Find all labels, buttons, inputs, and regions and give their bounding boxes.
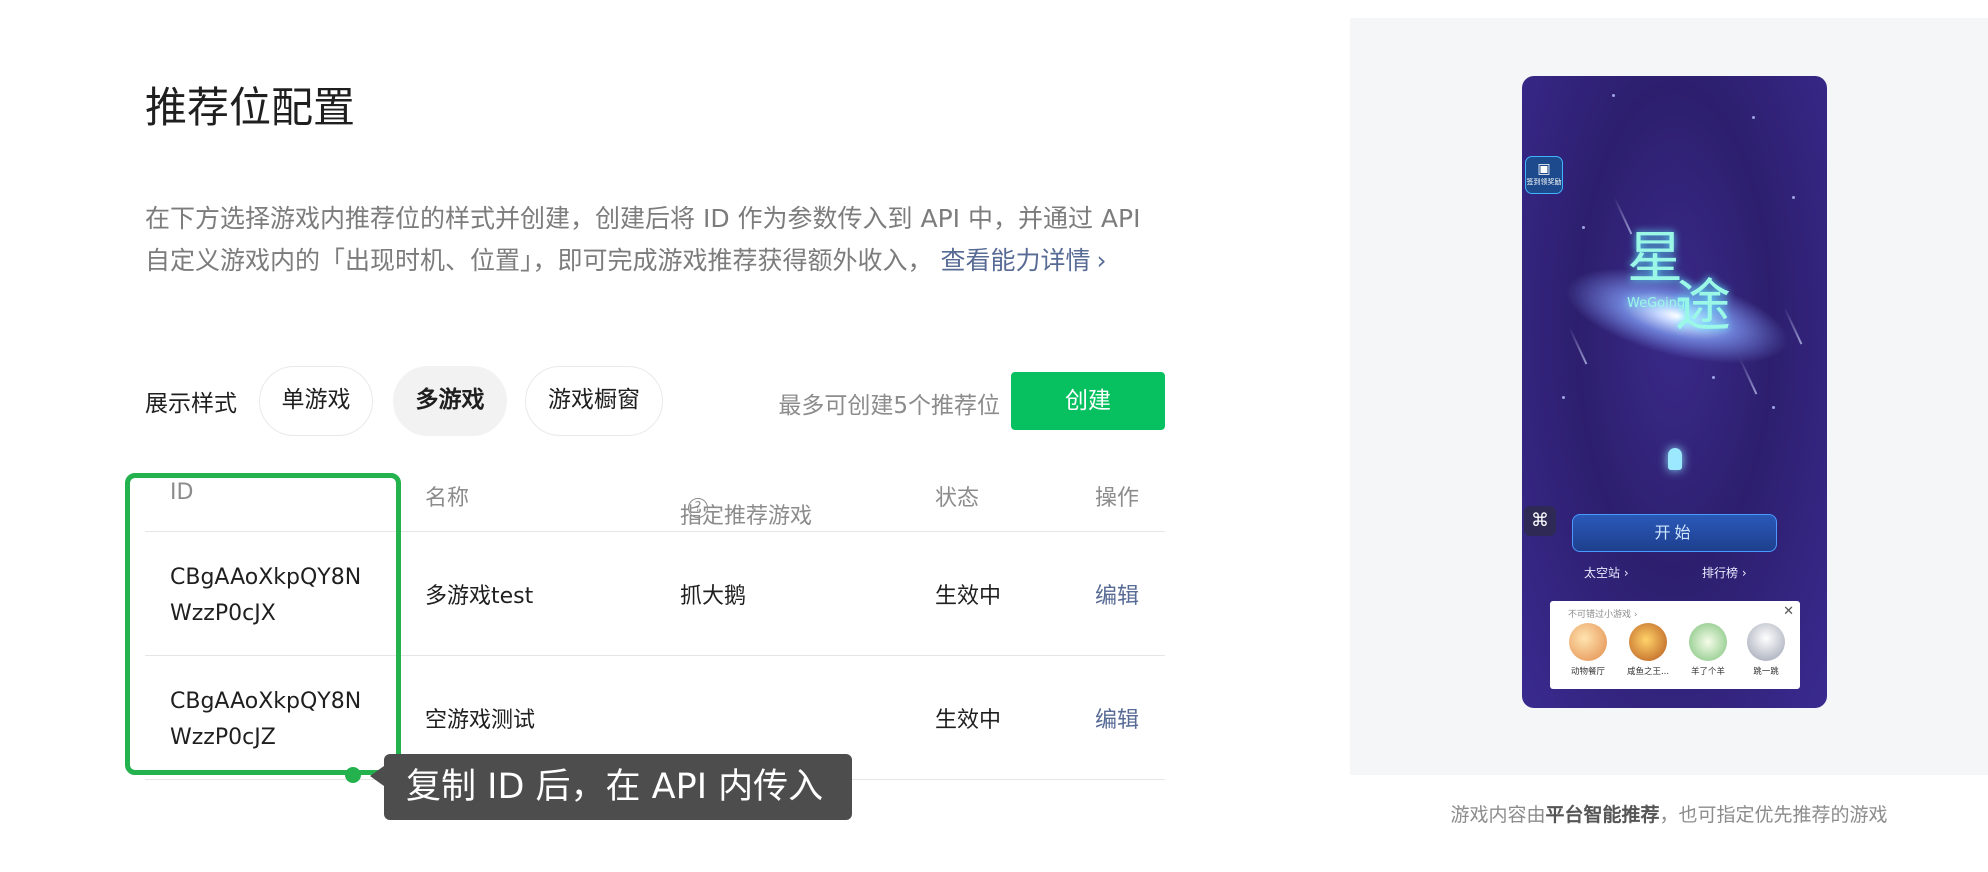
recommended-game-name: 羊了个羊 (1690, 667, 1725, 677)
column-header-action: 操作 (1095, 486, 1140, 511)
page-title: 推荐位配置 (145, 83, 356, 132)
view-details-label: 查看能力详情 (940, 246, 1091, 275)
id-column-highlight (125, 473, 401, 775)
star-decoration (1582, 226, 1585, 229)
star-decoration (1752, 116, 1755, 119)
caption-suffix: ，也可指定优先推荐的游戏 (1659, 804, 1888, 826)
edit-link[interactable]: 编辑 (1095, 702, 1139, 734)
caption-prefix: 游戏内容由 (1450, 804, 1546, 826)
game-avatar (1689, 623, 1727, 661)
page: 推荐位配置 在下方选择游戏内推荐位的样式并创建，创建后将 ID 作为参数传入到 … (0, 0, 1988, 872)
meteor-decoration (1568, 327, 1587, 365)
create-button[interactable]: 创建 (1011, 372, 1165, 430)
checkin-reward-label: 签到领奖励 (1526, 178, 1562, 186)
gamepad-icon[interactable]: ⌘ (1524, 506, 1556, 536)
star-decoration (1772, 406, 1775, 409)
style-option-single-game[interactable]: 单游戏 (259, 366, 373, 436)
highlight-anchor-dot (345, 767, 361, 783)
gift-icon: ▣ (1537, 161, 1551, 177)
column-header-status: 状态 (935, 486, 980, 511)
caption-bold: 平台智能推荐 (1545, 804, 1660, 826)
edit-link[interactable]: 编辑 (1095, 578, 1139, 610)
game-avatar (1747, 623, 1785, 661)
recommended-game[interactable]: 动物餐厅 (1558, 623, 1618, 677)
display-style-label: 展示样式 (145, 391, 237, 417)
copy-id-tooltip: 复制 ID 后，在 API 内传入 (370, 754, 852, 820)
close-icon[interactable]: ✕ (1783, 604, 1794, 619)
create-limit-text: 最多可创建5个推荐位 (778, 393, 1000, 419)
checkin-reward-badge[interactable]: ▣ 签到领奖励 (1525, 156, 1563, 194)
slot-status-cell: 生效中 (935, 708, 1002, 733)
star-decoration (1612, 94, 1615, 97)
recommended-game[interactable]: 跳一跳 (1736, 623, 1796, 677)
game-avatar (1569, 623, 1607, 661)
view-details-link[interactable]: 查看能力详情 › (940, 246, 1106, 275)
slot-game-cell: 抓大鹅 (680, 584, 747, 609)
preview-caption: 游戏内容由平台智能推荐，也可指定优先推荐的游戏 (1350, 800, 1988, 827)
recommended-game-name: 动物餐厅 (1570, 667, 1605, 677)
column-header-name: 名称 (425, 486, 470, 511)
slot-status-cell: 生效中 (935, 584, 1002, 609)
star-decoration (1712, 376, 1715, 379)
space-station-link[interactable]: 太空站 › (1584, 564, 1629, 581)
recommended-game-name: 咸鱼之王... (1626, 667, 1670, 677)
page-description: 在下方选择游戏内推荐位的样式并创建，创建后将 ID 作为参数传入到 API 中，… (145, 198, 1165, 282)
game-preview-phone: ▣ 签到领奖励 星 途 WeGoing ⌘ 开始 太空站 › 排行榜 › 不可错… (1522, 76, 1827, 708)
slot-name-cell: 多游戏test (425, 584, 534, 609)
game-avatar (1629, 623, 1667, 661)
recommended-game[interactable]: 羊了个羊 (1678, 623, 1738, 677)
leaderboard-link[interactable]: 排行榜 › (1702, 564, 1747, 581)
recommended-game[interactable]: 咸鱼之王... (1618, 623, 1678, 677)
start-game-button[interactable]: 开始 (1572, 514, 1777, 552)
recommendation-title[interactable]: 不可错过小游戏 › (1568, 607, 1637, 620)
recommended-game-name: 跳一跳 (1753, 667, 1779, 677)
help-icon[interactable]: ? (688, 498, 708, 518)
display-style-row: 展示样式 单游戏 多游戏 游戏橱窗 最多可创建5个推荐位 创建 (145, 366, 1165, 436)
star-decoration (1562, 396, 1565, 399)
rocket-icon (1668, 448, 1682, 470)
style-option-game-showcase[interactable]: 游戏橱窗 (525, 366, 663, 436)
chevron-right-icon: › (1096, 246, 1107, 275)
game-recommendation-card: 不可错过小游戏 › ✕ 动物餐厅 咸鱼之王... 羊了个羊 跳一跳 (1550, 601, 1800, 689)
style-option-multi-game[interactable]: 多游戏 (393, 366, 507, 436)
game-logo-subtitle: WeGoing (1627, 296, 1686, 311)
star-decoration (1792, 196, 1795, 199)
slot-name-cell: 空游戏测试 (425, 708, 536, 733)
game-logo: 星 途 WeGoing (1627, 231, 1737, 341)
